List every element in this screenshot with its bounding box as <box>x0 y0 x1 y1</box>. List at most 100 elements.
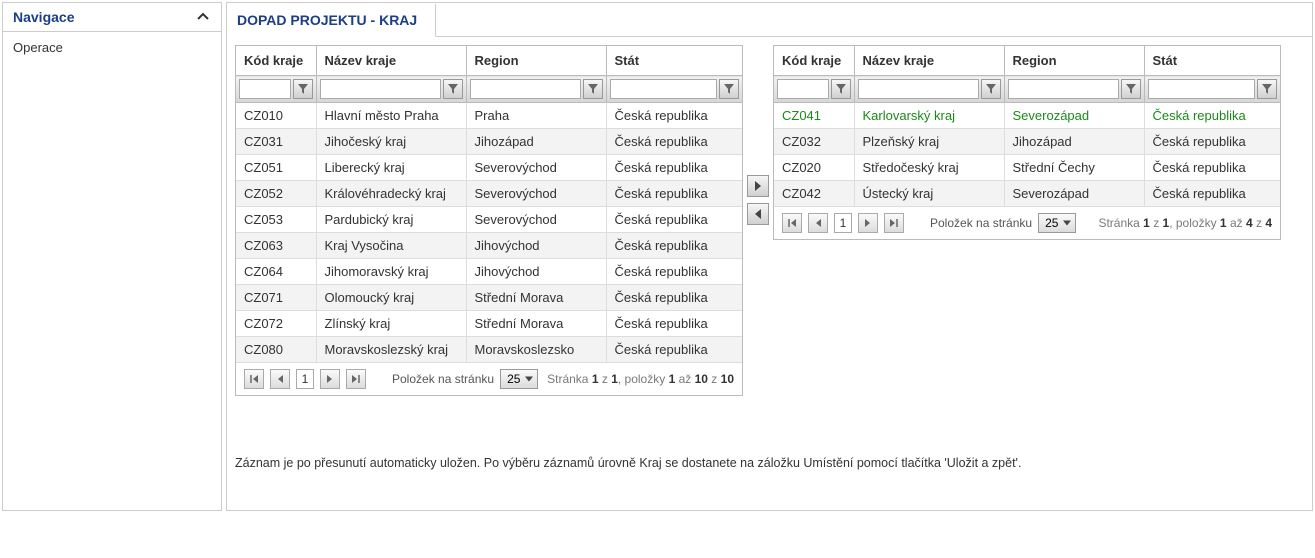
cell-name: Kraj Vysočina <box>316 233 466 259</box>
cell-region: Praha <box>466 103 606 129</box>
filter-input[interactable] <box>470 79 581 99</box>
filter-input[interactable] <box>777 79 829 99</box>
cell-code: CZ020 <box>774 155 854 181</box>
table-row[interactable]: CZ071Olomoucký krajStřední MoravaČeská r… <box>236 285 742 311</box>
cell-region: Severozápad <box>1004 181 1144 207</box>
filter-input[interactable] <box>1008 79 1119 99</box>
col-code[interactable]: Kód kraje <box>774 46 854 76</box>
move-left-button[interactable] <box>747 203 769 225</box>
pager-first-button[interactable] <box>782 213 802 233</box>
pager-last-button[interactable] <box>884 213 904 233</box>
main-panel: DOPAD PROJEKTU - KRAJ Kód kraje Název kr… <box>226 2 1313 511</box>
col-state[interactable]: Stát <box>606 46 742 76</box>
sidebar-header[interactable]: Navigace <box>3 3 221 32</box>
filter-input[interactable] <box>239 79 291 99</box>
page-size-select[interactable]: 25 <box>1038 213 1076 233</box>
filter-icon[interactable] <box>1121 79 1141 99</box>
table-row[interactable]: CZ020Středočeský krajStřední ČechyČeská … <box>774 155 1280 181</box>
cell-name: Ústecký kraj <box>854 181 1004 207</box>
pager-last-button[interactable] <box>346 369 366 389</box>
filter-icon[interactable] <box>443 79 463 99</box>
cell-name: Zlínský kraj <box>316 311 466 337</box>
table-row[interactable]: CZ031Jihočeský krajJihozápadČeská republ… <box>236 129 742 155</box>
page-size-select[interactable]: 25 <box>500 369 538 389</box>
table-row[interactable]: CZ063Kraj VysočinaJihovýchodČeská republ… <box>236 233 742 259</box>
filter-icon[interactable] <box>583 79 603 99</box>
filter-input[interactable] <box>610 79 718 99</box>
filter-icon[interactable] <box>293 79 313 99</box>
cell-code: CZ051 <box>236 155 316 181</box>
cell-name: Hlavní město Praha <box>316 103 466 129</box>
cell-code: CZ052 <box>236 181 316 207</box>
cell-state: Česká republika <box>606 311 742 337</box>
cell-state: Česká republika <box>1144 103 1280 129</box>
filter-input[interactable] <box>858 79 979 99</box>
cell-code: CZ063 <box>236 233 316 259</box>
col-region[interactable]: Region <box>1004 46 1144 76</box>
sidebar: Navigace Operace <box>2 2 222 511</box>
pager-prev-button[interactable] <box>270 369 290 389</box>
table-row[interactable]: CZ032Plzeňský krajJihozápadČeská republi… <box>774 129 1280 155</box>
pager-next-button[interactable] <box>320 369 340 389</box>
tab-dopad[interactable]: DOPAD PROJEKTU - KRAJ <box>227 4 436 37</box>
cell-region: Jihovýchod <box>466 259 606 285</box>
table-row[interactable]: CZ010Hlavní město PrahaPrahaČeská republ… <box>236 103 742 129</box>
cell-code: CZ031 <box>236 129 316 155</box>
cell-state: Česká republika <box>606 233 742 259</box>
cell-name: Pardubický kraj <box>316 207 466 233</box>
filter-input[interactable] <box>320 79 441 99</box>
table-row[interactable]: CZ080Moravskoslezský krajMoravskoslezsko… <box>236 337 742 363</box>
cell-name: Olomoucký kraj <box>316 285 466 311</box>
cell-name: Středočeský kraj <box>854 155 1004 181</box>
cell-state: Česká republika <box>1144 181 1280 207</box>
left-pager: 1Položek na stránku25Stránka 1 z 1, polo… <box>236 363 742 395</box>
cell-code: CZ072 <box>236 311 316 337</box>
cell-region: Jihozápad <box>466 129 606 155</box>
col-code[interactable]: Kód kraje <box>236 46 316 76</box>
cell-code: CZ080 <box>236 337 316 363</box>
pager-page[interactable]: 1 <box>296 369 314 389</box>
table-row[interactable]: CZ064Jihomoravský krajJihovýchodČeská re… <box>236 259 742 285</box>
cell-code: CZ053 <box>236 207 316 233</box>
cell-region: Střední Čechy <box>1004 155 1144 181</box>
move-right-button[interactable] <box>747 175 769 197</box>
col-state[interactable]: Stát <box>1144 46 1280 76</box>
col-name[interactable]: Název kraje <box>316 46 466 76</box>
table-row[interactable]: CZ042Ústecký krajSeverozápadČeská republ… <box>774 181 1280 207</box>
filter-icon[interactable] <box>719 79 739 99</box>
cell-region: Severovýchod <box>466 155 606 181</box>
sidebar-title: Navigace <box>13 9 74 25</box>
sidebar-item-operace[interactable]: Operace <box>3 32 221 63</box>
table-row[interactable]: CZ051Liberecký krajSeverovýchodČeská rep… <box>236 155 742 181</box>
filter-icon[interactable] <box>1257 79 1277 99</box>
cell-region: Jihozápad <box>1004 129 1144 155</box>
cell-state: Česká republika <box>606 285 742 311</box>
pager-next-button[interactable] <box>858 213 878 233</box>
pager-prev-button[interactable] <box>808 213 828 233</box>
cell-code: CZ032 <box>774 129 854 155</box>
left-table: Kód kraje Název kraje Region Stát CZ010H… <box>235 45 743 396</box>
cell-name: Královéhradecký kraj <box>316 181 466 207</box>
table-row[interactable]: CZ053Pardubický krajSeverovýchodČeská re… <box>236 207 742 233</box>
pager-info: Stránka 1 z 1, položky 1 až 4 z 4 <box>1098 216 1272 230</box>
cell-region: Střední Morava <box>466 311 606 337</box>
table-row[interactable]: CZ041Karlovarský krajSeverozápadČeská re… <box>774 103 1280 129</box>
cell-code: CZ042 <box>774 181 854 207</box>
cell-state: Česká republika <box>606 129 742 155</box>
cell-state: Česká republika <box>1144 155 1280 181</box>
col-region[interactable]: Region <box>466 46 606 76</box>
filter-icon[interactable] <box>831 79 851 99</box>
table-row[interactable]: CZ072Zlínský krajStřední MoravaČeská rep… <box>236 311 742 337</box>
pager-page[interactable]: 1 <box>834 213 852 233</box>
filter-row <box>774 76 1280 103</box>
table-row[interactable]: CZ052Královéhradecký krajSeverovýchodČes… <box>236 181 742 207</box>
filter-input[interactable] <box>1148 79 1256 99</box>
cell-state: Česká republika <box>606 259 742 285</box>
right-pager: 1Položek na stránku25Stránka 1 z 1, polo… <box>774 207 1280 239</box>
cell-name: Moravskoslezský kraj <box>316 337 466 363</box>
filter-icon[interactable] <box>981 79 1001 99</box>
col-name[interactable]: Název kraje <box>854 46 1004 76</box>
cell-code: CZ064 <box>236 259 316 285</box>
pager-first-button[interactable] <box>244 369 264 389</box>
cell-state: Česká republika <box>606 337 742 363</box>
